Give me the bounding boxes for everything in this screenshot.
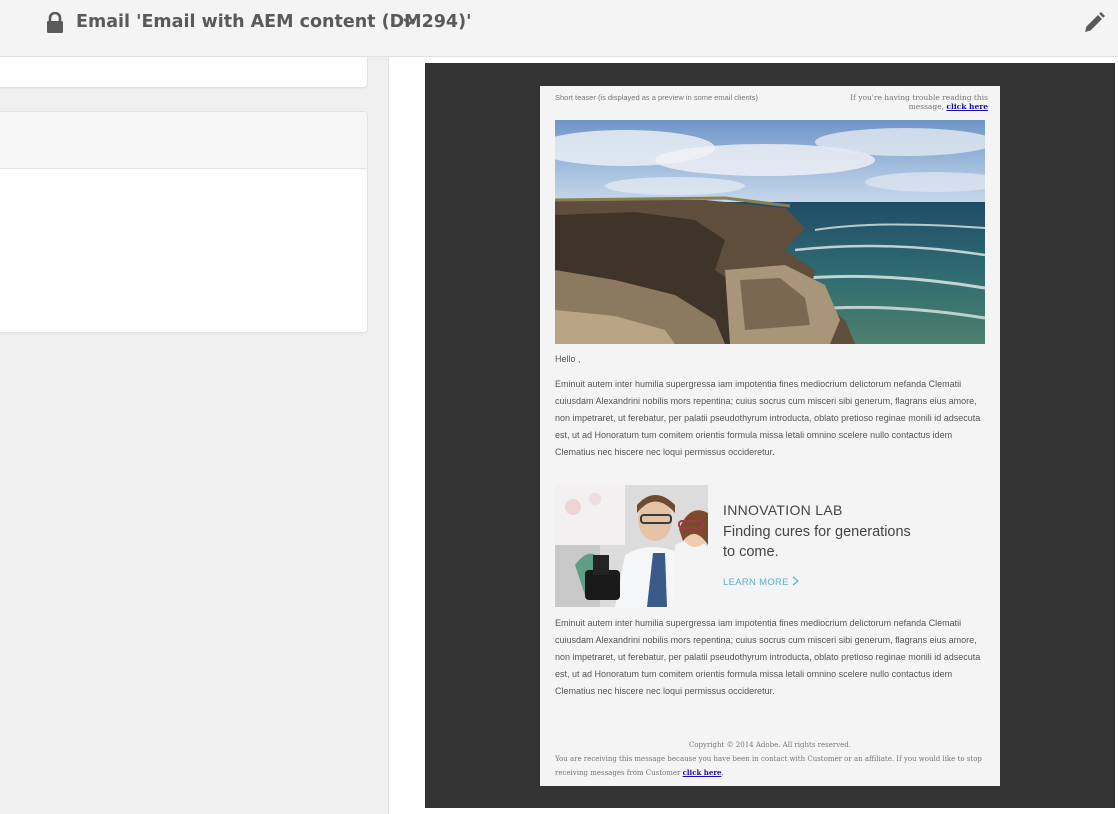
banner-subtitle: Finding cures for generations to come. <box>723 524 911 560</box>
unsubscribe-click-here-link[interactable]: click here <box>683 768 722 777</box>
innovation-lab-banner: INNOVATION LAB Finding cures for generat… <box>555 485 985 609</box>
email-preview-frame[interactable]: Short teaser (is displayed as a preview … <box>425 63 1115 808</box>
email-teaser: Short teaser (is displayed as a preview … <box>555 93 759 102</box>
chevron-down-icon[interactable] <box>402 16 416 28</box>
trouble-reading-notice: If you're having trouble reading this me… <box>840 93 988 111</box>
properties-panel <box>0 57 389 814</box>
content-card <box>0 111 368 333</box>
banner-title: INNOVATION LAB <box>723 502 843 518</box>
email-greeting: Hello , <box>555 354 581 364</box>
lab-scientists-image <box>555 485 708 607</box>
footer-text: You are receiving this message because y… <box>555 755 982 777</box>
preview-panel: Short teaser (is displayed as a preview … <box>389 57 1118 814</box>
email-body-paragraph-2: Eminuit autem inter humilia supergressa … <box>555 618 981 696</box>
email-footer: You are receiving this message because y… <box>555 753 985 780</box>
lock-icon <box>47 12 63 33</box>
properties-card <box>0 57 368 88</box>
learn-more-label: LEARN MORE <box>723 577 789 588</box>
trouble-click-here-link[interactable]: click here <box>946 102 988 111</box>
coastline-hero-image <box>555 120 985 344</box>
card-header <box>0 112 367 169</box>
email-copyright: Copyright © 2014 Adobe. All rights reser… <box>688 741 852 749</box>
pencil-icon[interactable] <box>1082 11 1106 35</box>
email-body-paragraph: Eminuit autem inter humilia supergressa … <box>555 379 981 457</box>
chevron-right-icon <box>792 576 799 586</box>
footer-end: . <box>721 769 724 777</box>
top-bar: Email 'Email with AEM content (DM294)' <box>0 0 1118 57</box>
email-content: Short teaser (is displayed as a preview … <box>540 86 1000 786</box>
learn-more-link[interactable]: LEARN MORE <box>723 576 799 588</box>
